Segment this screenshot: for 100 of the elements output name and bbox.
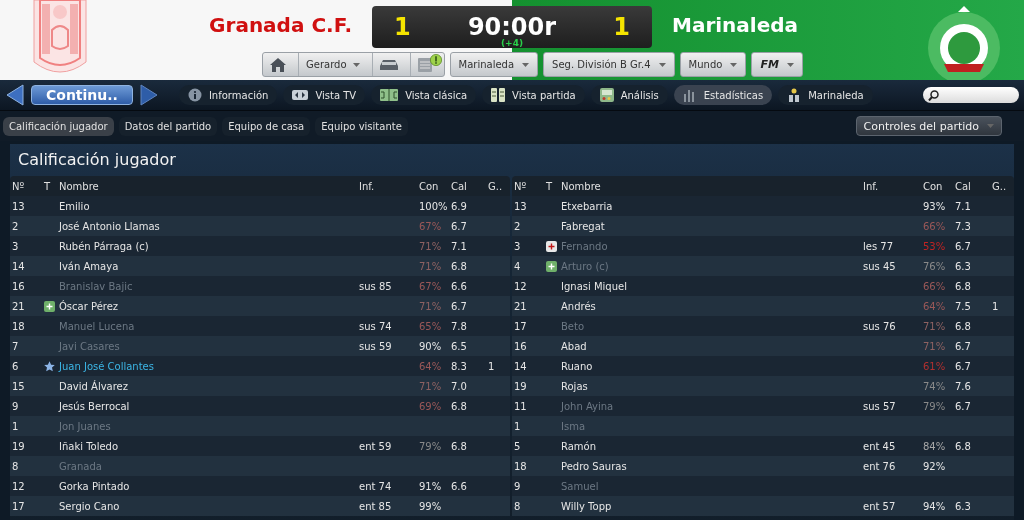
- player-row[interactable]: 1 Jon Juanes: [10, 416, 510, 436]
- player-row[interactable]: 16 Abad 71% 6.7: [512, 336, 1014, 356]
- column-header[interactable]: Inf.: [359, 180, 419, 192]
- shirt-number: 6: [12, 360, 20, 372]
- rating-cell-text: 6.7: [955, 340, 972, 352]
- player-row[interactable]: 5 Ramón ent 45 84% 6.8: [512, 436, 1014, 456]
- game-menu-button[interactable]: FM: [751, 52, 803, 77]
- caret-icon: [987, 124, 994, 128]
- condition-cell-text: 94%: [923, 500, 947, 512]
- player-row[interactable]: 21 Óscar Pérez 71% 6.7: [10, 296, 510, 316]
- search-field[interactable]: [923, 87, 1019, 103]
- dropdown-button[interactable]: Mundo: [679, 52, 747, 77]
- nav-tab[interactable]: Análisis: [590, 85, 668, 105]
- player-row[interactable]: 7 Javi Casares sus 59 90% 6.5: [10, 336, 510, 356]
- player-row[interactable]: 19 Rojas 74% 7.6: [512, 376, 1014, 396]
- back-arrow-icon[interactable]: [5, 84, 25, 106]
- info-cell-text: sus 45: [863, 260, 897, 272]
- added-time: (+4): [500, 38, 524, 48]
- condition-cell-text: 79%: [923, 400, 947, 412]
- sub-tab[interactable]: Calificación jugador: [3, 116, 114, 136]
- shirt-number: 21: [12, 300, 26, 312]
- column-header[interactable]: G..: [992, 180, 1014, 192]
- column-header[interactable]: Nº: [12, 180, 44, 192]
- player-row[interactable]: 18 Pedro Sauras ent 76 92%: [512, 456, 1014, 476]
- column-header[interactable]: G..: [488, 180, 510, 192]
- player-name: Willy Topp: [561, 500, 613, 512]
- forward-arrow-icon[interactable]: [138, 84, 159, 106]
- column-header[interactable]: T: [44, 180, 59, 192]
- player-row[interactable]: 2 Fabregat 66% 7.3: [512, 216, 1014, 236]
- condition-cell-text: 93%: [923, 200, 947, 212]
- match-controls-dropdown[interactable]: Controles del partido: [855, 116, 1002, 136]
- sub-tab[interactable]: Equipo de casa: [222, 116, 311, 136]
- player-name: Gorka Pintado: [59, 480, 131, 492]
- nav-tab[interactable]: Estadísticas: [673, 85, 773, 105]
- player-row[interactable]: 12 Gorka Pintado ent 74 91% 6.6: [10, 476, 510, 496]
- condition-cell-text: 65%: [419, 320, 443, 332]
- player-name: Pedro Sauras: [561, 460, 628, 472]
- nav-tab[interactable]: Vista partida: [482, 85, 585, 105]
- nav-tab[interactable]: Marinaleda: [778, 85, 873, 105]
- column-header[interactable]: Inf.: [863, 180, 923, 192]
- player-name: Branislav Bajic: [59, 280, 134, 292]
- dropdown-button[interactable]: Marinaleda: [449, 52, 539, 77]
- pitch-icon: [380, 89, 399, 101]
- column-header[interactable]: Con: [923, 180, 955, 192]
- player-row[interactable]: 14 Ruano 61% 6.7: [512, 356, 1014, 376]
- player-row[interactable]: 14 Iván Amaya 71% 6.8: [10, 256, 510, 276]
- player-row[interactable]: 19 Iñaki Toledo ent 59 79% 6.8: [10, 436, 510, 456]
- player-row[interactable]: 11 John Ayina sus 57 79% 6.7: [512, 396, 1014, 416]
- player-row[interactable]: 1 Isma: [512, 416, 1014, 436]
- rating-cell-text: 7.6: [955, 380, 972, 392]
- info-cell-text: sus 59: [359, 340, 393, 352]
- shirt-number: 16: [12, 280, 26, 292]
- rating-cell-text: 6.7: [451, 220, 468, 232]
- player-row[interactable]: 2 José Antonio Llamas 67% 6.7: [10, 216, 510, 236]
- player-row[interactable]: 13 Emilio 100% 6.9: [10, 196, 510, 216]
- nav-tab[interactable]: Vista TV: [283, 85, 366, 105]
- info-cell-text: sus 57: [863, 400, 897, 412]
- column-header[interactable]: Con: [419, 180, 451, 192]
- condition-cell-text: 71%: [923, 340, 947, 352]
- column-header[interactable]: Nombre: [561, 180, 863, 192]
- player-row[interactable]: 15 David Álvarez 71% 7.0: [10, 376, 510, 396]
- player-row[interactable]: 16 Branislav Bajic sus 85 67% 6.6: [10, 276, 510, 296]
- rating-cell-text: 6.7: [955, 240, 972, 252]
- column-header[interactable]: Nº: [514, 180, 546, 192]
- shirt-number: 3: [514, 240, 522, 252]
- rating-cell-text: 6.8: [451, 400, 468, 412]
- player-row[interactable]: 9 Samuel: [512, 476, 1014, 496]
- player-row[interactable]: 4 Arturo (c) sus 45 76% 6.3: [512, 256, 1014, 276]
- condition-cell-text: 84%: [923, 440, 947, 452]
- sub-tab[interactable]: Datos del partido: [118, 116, 218, 136]
- column-header[interactable]: Cal: [451, 180, 488, 192]
- continue-button[interactable]: Continu..: [31, 85, 133, 105]
- nav-tab[interactable]: Información: [178, 85, 278, 105]
- sub-tab[interactable]: Equipo visitante: [315, 116, 408, 136]
- player-row[interactable]: 3 Fernando les 77 53% 6.7: [512, 236, 1014, 256]
- player-row[interactable]: 17 Sergio Cano ent 85 99%: [10, 496, 510, 516]
- player-row[interactable]: 6 Juan José Collantes 64% 8.3 1: [10, 356, 510, 376]
- column-header[interactable]: Cal: [955, 180, 992, 192]
- player-row[interactable]: 3 Rubén Párraga (c) 71% 7.1: [10, 236, 510, 256]
- info-cell-text: ent 59: [359, 440, 393, 452]
- column-header[interactable]: T: [546, 180, 561, 192]
- manager-dropdown[interactable]: Gerardo: [299, 53, 373, 76]
- player-row[interactable]: 18 Manuel Lucena sus 74 65% 7.8: [10, 316, 510, 336]
- shirt-number: 9: [12, 400, 20, 412]
- info-cell-text: ent 76: [863, 460, 897, 472]
- player-row[interactable]: 12 Ignasi Miquel 66% 6.8: [512, 276, 1014, 296]
- rating-cell-text: 6.6: [451, 480, 468, 492]
- plus-icon: [44, 300, 55, 312]
- player-row[interactable]: 21 Andrés 64% 7.5 1: [512, 296, 1014, 316]
- player-row[interactable]: 17 Beto sus 76 71% 6.8: [512, 316, 1014, 336]
- nav-tab[interactable]: Vista clásica: [371, 85, 477, 105]
- player-row[interactable]: 9 Jesús Berrocal 69% 6.8: [10, 396, 510, 416]
- player-row[interactable]: 8 Granada: [10, 456, 510, 476]
- dropdown-button[interactable]: Seg. División B Gr.4: [543, 52, 675, 77]
- player-row[interactable]: 8 Willy Topp ent 57 94% 6.3: [512, 496, 1014, 516]
- shirt-number: 1: [514, 420, 522, 432]
- condition-cell-text: 61%: [923, 360, 947, 372]
- column-header[interactable]: Nombre: [59, 180, 359, 192]
- info-cell-text: ent 45: [863, 440, 897, 452]
- player-row[interactable]: 13 Etxebarria 93% 7.1: [512, 196, 1014, 216]
